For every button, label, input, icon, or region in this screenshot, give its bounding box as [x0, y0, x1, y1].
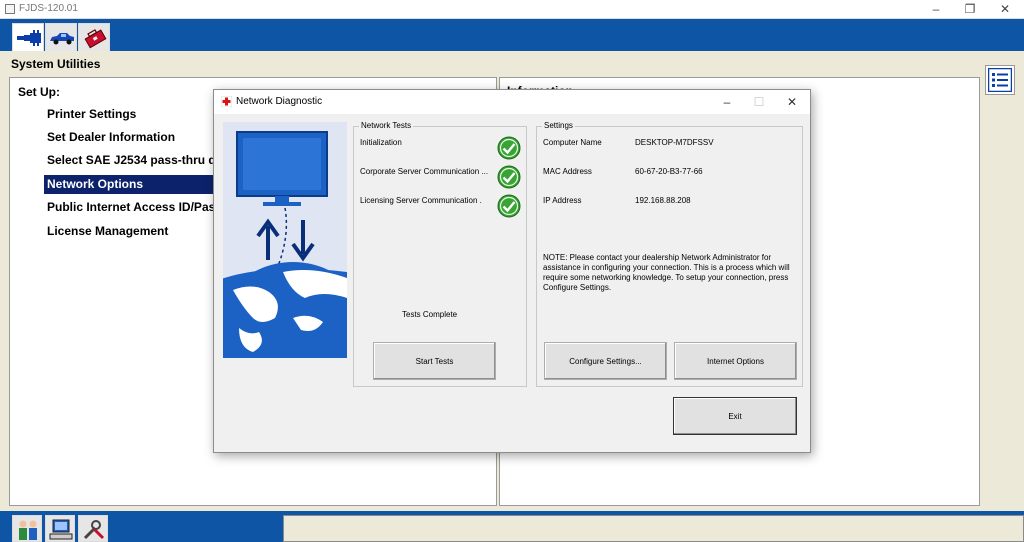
tools-button[interactable]	[78, 515, 108, 542]
tools-icon	[83, 520, 105, 540]
top-toolbar	[0, 19, 1024, 51]
computer-button[interactable]	[45, 515, 75, 542]
setup-label: Set Up:	[18, 85, 60, 99]
mac-address-value: 60-67-20-B3-77-66	[635, 167, 703, 176]
dialog-close-button[interactable]: ✕	[777, 92, 807, 112]
dialog-titlebar: Network Diagnostic – ☐ ✕	[214, 90, 810, 114]
internet-options-button[interactable]: Internet Options	[674, 342, 797, 380]
menu-item-printer-settings[interactable]: Printer Settings	[44, 105, 214, 124]
window-close-button[interactable]: ✕	[988, 0, 1022, 18]
bottom-toolbar	[0, 511, 1024, 542]
window-title: FJDS-120.01	[19, 3, 78, 14]
mac-address-label: MAC Address	[543, 167, 592, 176]
ip-address-label: IP Address	[543, 196, 582, 205]
users-button[interactable]	[12, 515, 42, 542]
users-icon	[19, 520, 37, 540]
red-cross-icon	[221, 96, 232, 107]
network-connector-icon	[17, 30, 41, 46]
toolbox-icon	[84, 29, 107, 49]
menu-item-set-dealer-information[interactable]: Set Dealer Information	[44, 128, 214, 147]
list-icon	[988, 68, 1012, 92]
menu-item-public-internet-access[interactable]: Public Internet Access ID/Password	[44, 198, 214, 217]
dialog-title: Network Diagnostic	[236, 96, 323, 107]
settings-group: Settings Computer Name DESKTOP-M7DFSSV M…	[536, 120, 803, 387]
app-icon	[5, 4, 15, 14]
network-admin-note: NOTE: Please contact your dealership Net…	[543, 253, 790, 292]
menu-item-network-options[interactable]: Network Options	[44, 175, 214, 194]
test-label-corporate-server: Corporate Server Communication ...	[360, 167, 489, 176]
ip-address-value: 192.168.88.208	[635, 196, 691, 205]
toolbar-toolbox-button[interactable]	[78, 23, 110, 51]
network-globe-icon	[223, 122, 347, 358]
check-passed-icon	[497, 136, 521, 160]
page-title: System Utilities	[11, 57, 101, 71]
dialog-maximize-button: ☐	[753, 95, 765, 109]
check-passed-icon	[497, 194, 521, 218]
vehicle-icon	[50, 33, 74, 45]
network-diagnostic-dialog: Network Diagnostic – ☐ ✕ Network Tests I…	[213, 89, 811, 453]
test-label-licensing-server: Licensing Server Communication .	[360, 196, 482, 205]
settings-legend: Settings	[542, 120, 575, 131]
network-tests-legend: Network Tests	[359, 120, 414, 131]
list-view-button[interactable]	[985, 65, 1015, 95]
computer-name-label: Computer Name	[543, 138, 602, 147]
toolbar-vehicle-button[interactable]	[45, 23, 77, 51]
computer-icon	[49, 519, 73, 540]
check-passed-icon	[497, 165, 521, 189]
test-label-initialization: Initialization	[360, 138, 402, 147]
network-illustration	[223, 122, 347, 358]
toolbar-network-button[interactable]	[12, 23, 44, 51]
computer-name-value: DESKTOP-M7DFSSV	[635, 138, 714, 147]
dialog-minimize-button[interactable]: –	[712, 92, 742, 112]
configure-settings-button[interactable]: Configure Settings...	[544, 342, 667, 380]
menu-item-license-management[interactable]: License Management	[44, 222, 214, 241]
network-tests-group: Network Tests Initialization Corporate S…	[353, 120, 527, 387]
start-tests-button[interactable]: Start Tests	[373, 342, 496, 380]
window-restore-button[interactable]: ❐	[953, 0, 987, 18]
tests-status-text: Tests Complete	[402, 310, 458, 319]
window-titlebar: FJDS-120.01 – ❐ ✕	[0, 0, 1024, 19]
exit-button[interactable]: Exit	[673, 397, 797, 435]
status-field	[283, 515, 1024, 542]
window-minimize-button[interactable]: –	[919, 0, 953, 18]
menu-item-select-j2534-device[interactable]: Select SAE J2534 pass-thru device	[44, 151, 214, 170]
